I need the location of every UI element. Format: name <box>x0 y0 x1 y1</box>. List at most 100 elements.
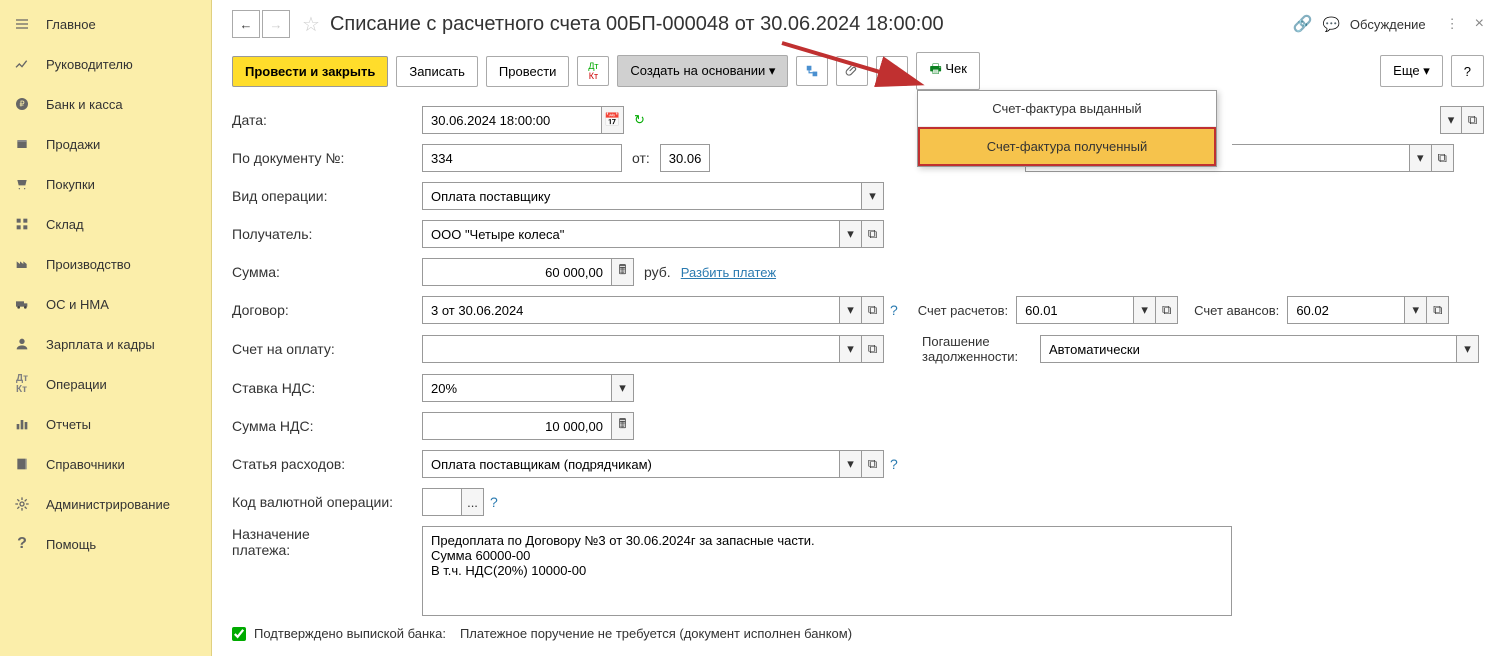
calculator-icon[interactable]: 🖩 <box>612 412 634 440</box>
create-based-button[interactable]: Создать на основании ▾ <box>617 55 788 87</box>
sidebar-item-help[interactable]: ?Помощь <box>0 524 211 564</box>
calc-acct-input[interactable] <box>1016 296 1134 324</box>
external-icon[interactable]: ⧉ <box>1427 296 1449 324</box>
kebab-icon[interactable]: ⋮ <box>1446 16 1459 32</box>
dropdown-icon[interactable]: ▾ <box>840 220 862 248</box>
purpose-textarea[interactable] <box>422 526 1232 616</box>
post-close-button[interactable]: Провести и закрыть <box>232 56 388 87</box>
sidebar-item-reports[interactable]: Отчеты <box>0 404 211 444</box>
sidebar-item-production[interactable]: Производство <box>0 244 211 284</box>
ellipsis-icon[interactable]: ... <box>462 488 484 516</box>
sidebar-item-admin[interactable]: Администрирование <box>0 484 211 524</box>
doc-num-input[interactable] <box>422 144 622 172</box>
save-button[interactable]: Записать <box>396 56 478 87</box>
dropdown-icon[interactable]: ▾ <box>840 335 862 363</box>
sidebar-label: Зарплата и кадры <box>46 337 155 352</box>
dropdown-icon[interactable]: ▾ <box>1440 106 1462 134</box>
dropdown-icon[interactable]: ▾ <box>862 182 884 210</box>
purpose-label1: Назначение <box>232 526 422 542</box>
sidebar-item-warehouse[interactable]: Склад <box>0 204 211 244</box>
structure-button[interactable] <box>796 56 828 86</box>
sidebar-item-main[interactable]: Главное <box>0 4 211 44</box>
recipient-label: Получатель: <box>232 226 422 242</box>
list-button[interactable] <box>876 56 908 86</box>
sidebar-item-bank[interactable]: ₽Банк и касса <box>0 84 211 124</box>
nav-back-button[interactable]: ← <box>232 10 260 38</box>
op-type-label: Вид операции: <box>232 188 422 204</box>
star-icon[interactable]: ☆ <box>302 12 320 37</box>
close-icon[interactable]: × <box>1475 15 1484 33</box>
invoice-input[interactable] <box>422 335 840 363</box>
dropdown-icon[interactable]: ▾ <box>840 450 862 478</box>
post-button[interactable]: Провести <box>486 56 570 87</box>
amount-label: Сумма: <box>232 264 422 280</box>
sidebar-item-manager[interactable]: Руководителю <box>0 44 211 84</box>
vat-rate-input[interactable] <box>422 374 612 402</box>
date-input[interactable] <box>422 106 602 134</box>
nav-forward-button[interactable]: → <box>262 10 290 38</box>
menu-item-invoice-received[interactable]: Счет-фактура полученный <box>918 127 1216 166</box>
external-icon[interactable]: ⧉ <box>862 450 884 478</box>
refresh-icon[interactable]: ↻ <box>634 112 645 128</box>
calendar-icon[interactable]: 📅 <box>602 106 624 134</box>
dropdown-icon[interactable]: ▾ <box>840 296 862 324</box>
grid-icon <box>12 214 32 234</box>
external-icon[interactable]: ⧉ <box>1156 296 1178 324</box>
help-icon[interactable]: ? <box>890 302 898 318</box>
sidebar-item-directories[interactable]: Справочники <box>0 444 211 484</box>
sidebar-item-purchases[interactable]: Покупки <box>0 164 211 204</box>
split-payment-link[interactable]: Разбить платеж <box>681 265 776 280</box>
person-icon <box>12 334 32 354</box>
dropdown-icon[interactable]: ▾ <box>1134 296 1156 324</box>
book-icon <box>12 454 32 474</box>
confirmed-checkbox[interactable] <box>232 627 246 641</box>
printer-icon: 🖶 <box>929 61 941 76</box>
from-date-input[interactable] <box>660 144 710 172</box>
help-button[interactable]: ? <box>1451 55 1484 87</box>
recipient-input[interactable] <box>422 220 840 248</box>
attachment-button[interactable] <box>836 56 868 86</box>
toolbar: Провести и закрыть Записать Провести ДтК… <box>232 52 1484 90</box>
sidebar-item-operations[interactable]: ДтКтОперации <box>0 364 211 404</box>
currency-label: руб. <box>644 264 671 280</box>
sidebar-item-assets[interactable]: ОС и НМА <box>0 284 211 324</box>
op-type-input[interactable] <box>422 182 862 210</box>
more-button[interactable]: Еще ▾ <box>1380 55 1443 87</box>
external-icon[interactable]: ⧉ <box>862 335 884 363</box>
external-icon[interactable]: ⧉ <box>1462 106 1484 134</box>
sidebar-label: Покупки <box>46 177 95 192</box>
amount-input[interactable] <box>422 258 612 286</box>
curr-op-input[interactable] <box>422 488 462 516</box>
help-icon[interactable]: ? <box>890 456 898 472</box>
sidebar-item-salary[interactable]: Зарплата и кадры <box>0 324 211 364</box>
dtk-button[interactable]: ДтКт <box>577 56 609 86</box>
dtk-icon: ДтКт <box>12 374 32 394</box>
discuss-link[interactable]: Обсуждение <box>1350 17 1426 32</box>
purpose-label2: платежа: <box>232 542 422 558</box>
cheque-button[interactable]: 🖶 Чек <box>916 52 980 90</box>
sidebar-label: Администрирование <box>46 497 170 512</box>
external-icon[interactable]: ⧉ <box>1432 144 1454 172</box>
calculator-icon[interactable]: 🖩 <box>612 258 634 286</box>
expense-input[interactable] <box>422 450 840 478</box>
debt-input[interactable] <box>1040 335 1457 363</box>
contract-input[interactable] <box>422 296 840 324</box>
adv-acct-input[interactable] <box>1287 296 1405 324</box>
link-icon[interactable]: 🔗 <box>1293 14 1313 34</box>
menu-item-invoice-issued[interactable]: Счет-фактура выданный <box>918 91 1216 127</box>
confirmed-label: Подтверждено выпиской банка: <box>254 626 446 641</box>
sidebar-item-sales[interactable]: Продажи <box>0 124 211 164</box>
main-content: ← → ☆ Списание с расчетного счета 00БП-0… <box>212 0 1504 656</box>
help-icon[interactable]: ? <box>490 494 498 510</box>
sidebar-label: Отчеты <box>46 417 91 432</box>
dropdown-icon[interactable]: ▾ <box>1405 296 1427 324</box>
sidebar-label: Банк и касса <box>46 97 123 112</box>
from-label: от: <box>632 150 650 166</box>
dropdown-icon[interactable]: ▾ <box>1410 144 1432 172</box>
dropdown-icon[interactable]: ▾ <box>612 374 634 402</box>
doc-num-label: По документу №: <box>232 150 422 166</box>
external-icon[interactable]: ⧉ <box>862 296 884 324</box>
dropdown-icon[interactable]: ▾ <box>1457 335 1479 363</box>
external-icon[interactable]: ⧉ <box>862 220 884 248</box>
vat-sum-input[interactable] <box>422 412 612 440</box>
